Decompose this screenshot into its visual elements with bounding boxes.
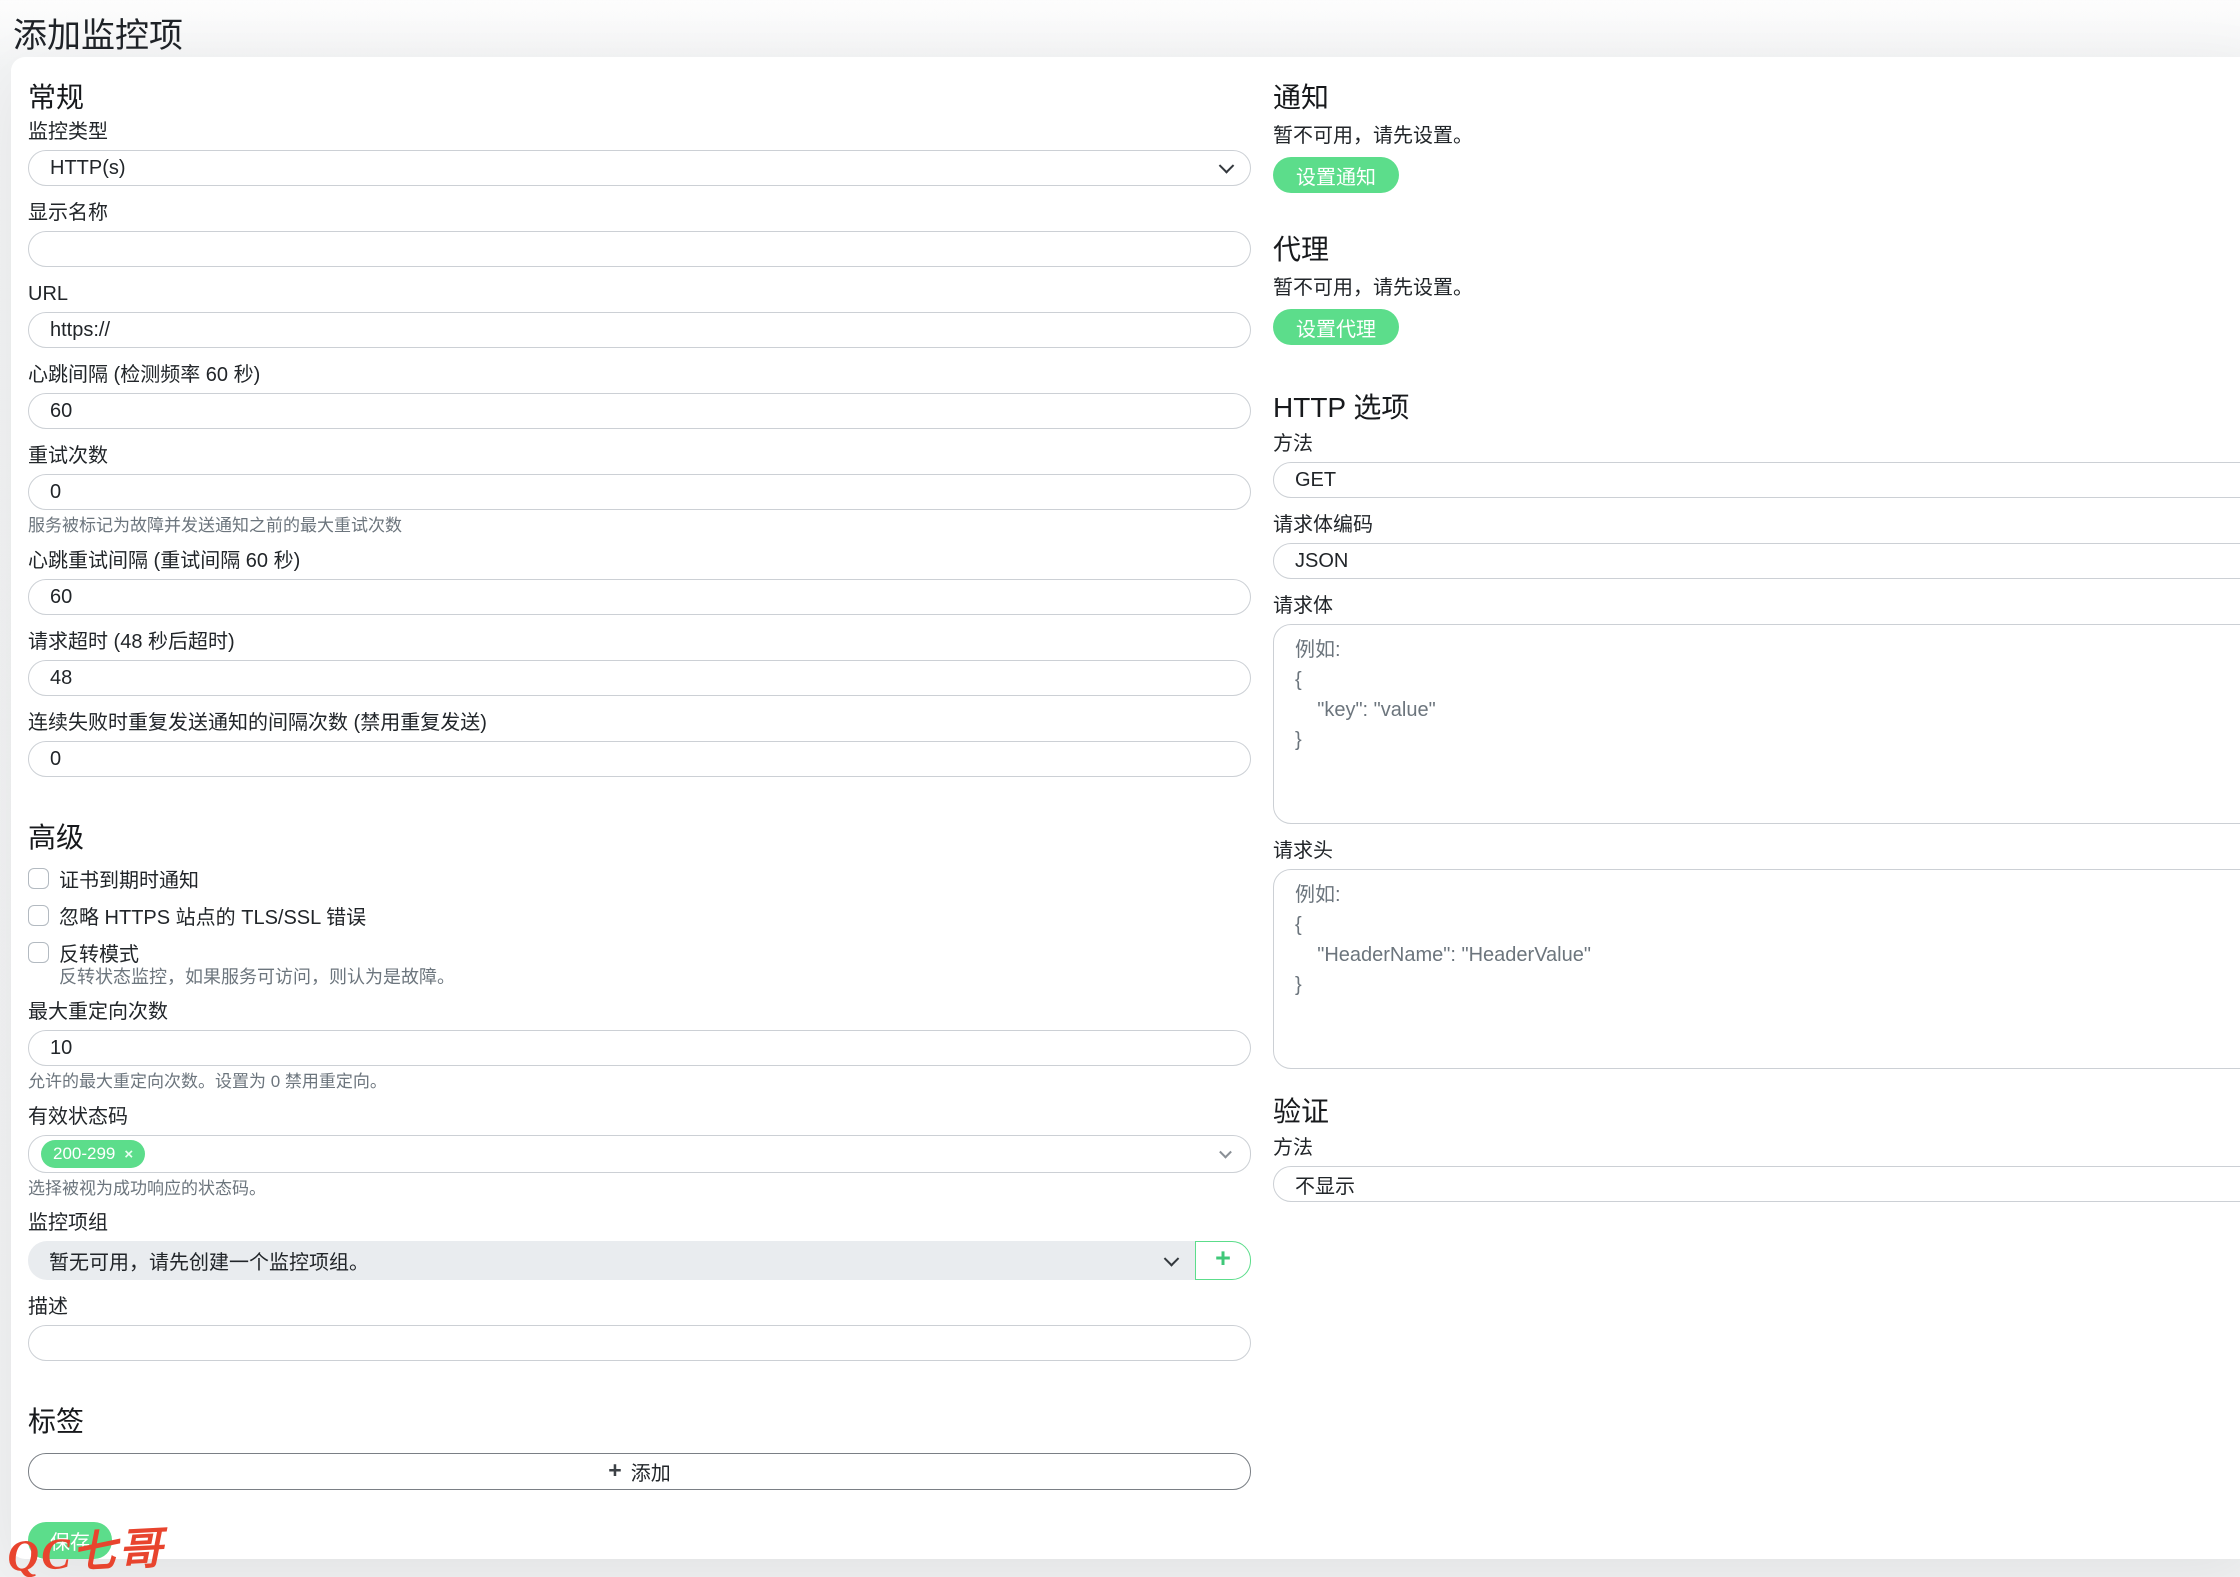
chevron-down-icon — [1164, 1251, 1180, 1267]
resend-interval-input[interactable] — [28, 741, 1251, 777]
chevron-down-icon — [1219, 158, 1235, 174]
proxy-empty-text: 暂不可用，请先设置。 — [1273, 275, 2240, 301]
upside-down-checkbox-label: 反转模式 — [59, 938, 139, 967]
accepted-status-multiselect[interactable]: 200-299 × — [28, 1135, 1251, 1173]
display-name-label: 显示名称 — [28, 202, 1251, 224]
add-tag-button[interactable]: + 添加 — [28, 1453, 1251, 1490]
monitor-group-label: 监控项组 — [28, 1212, 1251, 1234]
save-button[interactable]: 保存 — [28, 1522, 112, 1559]
auth-method-label: 方法 — [1273, 1137, 2240, 1159]
ignore-tls-checkbox-row: 忽略 HTTPS 站点的 TLS/SSL 错误 — [28, 902, 1251, 928]
request-headers-textarea[interactable] — [1273, 869, 2240, 1069]
upside-down-checkbox-row: 反转模式 — [28, 939, 1251, 965]
ignore-tls-checkbox[interactable] — [28, 905, 49, 926]
monitor-group-row: 暂无可用，请先创建一个监控项组。 + — [28, 1241, 1251, 1280]
accepted-status-help: 选择被视为成功响应的状态码。 — [28, 1179, 1251, 1199]
chevron-down-icon — [1219, 1146, 1232, 1159]
heartbeat-retry-interval-input[interactable] — [28, 579, 1251, 615]
monitor-group-select[interactable]: 暂无可用，请先创建一个监控项组。 — [28, 1241, 1195, 1280]
body-encoding-value: JSON — [1295, 550, 1348, 573]
method-value: GET — [1295, 469, 1336, 492]
heartbeat-retry-interval-label: 心跳重试间隔 (重试间隔 60 秒) — [28, 550, 1251, 572]
request-timeout-input[interactable] — [28, 660, 1251, 696]
method-select[interactable]: GET — [1273, 462, 2240, 498]
max-redirects-label: 最大重定向次数 — [28, 1001, 1251, 1023]
url-label: URL — [28, 283, 1251, 305]
upside-down-help: 反转状态监控，如果服务可访问，则认为是故障。 — [59, 967, 1251, 987]
section-auth: 验证 — [1273, 1095, 2240, 1129]
section-advanced: 高级 — [28, 821, 1251, 855]
retries-label: 重试次数 — [28, 445, 1251, 467]
cert-expiry-checkbox[interactable] — [28, 868, 49, 889]
monitor-form-card: 常规 监控类型 HTTP(s) 显示名称 URL 心跳间隔 (检测频率 60 秒… — [11, 57, 2240, 1559]
section-general: 常规 — [28, 81, 1251, 115]
add-group-button[interactable]: + — [1195, 1241, 1251, 1280]
tag-remove-icon[interactable]: × — [124, 1147, 133, 1162]
auth-method-value: 不显示 — [1295, 1170, 1355, 1199]
retries-help: 服务被标记为故障并发送通知之前的最大重试次数 — [28, 516, 1251, 536]
upside-down-checkbox[interactable] — [28, 942, 49, 963]
cert-expiry-checkbox-label: 证书到期时通知 — [59, 864, 199, 893]
method-label: 方法 — [1273, 433, 2240, 455]
monitor-type-select[interactable]: HTTP(s) — [28, 150, 1251, 186]
setup-proxy-button[interactable]: 设置代理 — [1273, 309, 1399, 345]
max-redirects-input[interactable] — [28, 1030, 1251, 1066]
url-input[interactable] — [28, 312, 1251, 348]
monitor-type-label: 监控类型 — [28, 121, 1251, 143]
section-tags: 标签 — [28, 1405, 1251, 1439]
request-headers-label: 请求头 — [1273, 840, 2240, 862]
body-encoding-label: 请求体编码 — [1273, 514, 2240, 536]
monitor-group-value: 暂无可用，请先创建一个监控项组。 — [49, 1246, 369, 1275]
resend-interval-label: 连续失败时重复发送通知的间隔次数 (禁用重复发送) — [28, 712, 1251, 734]
heartbeat-interval-label: 心跳间隔 (检测频率 60 秒) — [28, 364, 1251, 386]
add-tag-label: 添加 — [631, 1457, 671, 1486]
plus-icon: + — [608, 1459, 621, 1484]
description-label: 描述 — [28, 1296, 1251, 1318]
monitor-type-value: HTTP(s) — [50, 157, 126, 180]
request-timeout-label: 请求超时 (48 秒后超时) — [28, 631, 1251, 653]
section-proxy: 代理 — [1273, 233, 2240, 267]
section-notifications: 通知 — [1273, 81, 2240, 115]
heartbeat-interval-input[interactable] — [28, 393, 1251, 429]
status-code-tag-value: 200-299 — [53, 1144, 115, 1164]
body-encoding-select[interactable]: JSON — [1273, 543, 2240, 579]
auth-method-select[interactable]: 不显示 — [1273, 1166, 2240, 1202]
max-redirects-help: 允许的最大重定向次数。设置为 0 禁用重定向。 — [28, 1072, 1251, 1092]
description-input[interactable] — [28, 1325, 1251, 1361]
request-body-textarea[interactable] — [1273, 624, 2240, 824]
section-http-options: HTTP 选项 — [1273, 391, 2240, 425]
display-name-input[interactable] — [28, 231, 1251, 267]
page-title: 添加监控项 — [13, 8, 183, 57]
status-code-tag: 200-299 × — [41, 1140, 145, 1168]
retries-input[interactable] — [28, 474, 1251, 510]
setup-notification-button[interactable]: 设置通知 — [1273, 157, 1399, 193]
ignore-tls-checkbox-label: 忽略 HTTPS 站点的 TLS/SSL 错误 — [59, 901, 366, 930]
cert-expiry-checkbox-row: 证书到期时通知 — [28, 865, 1251, 891]
notifications-empty-text: 暂不可用，请先设置。 — [1273, 123, 2240, 149]
left-column: 常规 监控类型 HTTP(s) 显示名称 URL 心跳间隔 (检测频率 60 秒… — [28, 81, 1251, 1559]
request-body-label: 请求体 — [1273, 595, 2240, 617]
right-column: 通知 暂不可用，请先设置。 设置通知 代理 暂不可用，请先设置。 设置代理 HT… — [1273, 81, 2240, 1218]
accepted-status-label: 有效状态码 — [28, 1106, 1251, 1128]
